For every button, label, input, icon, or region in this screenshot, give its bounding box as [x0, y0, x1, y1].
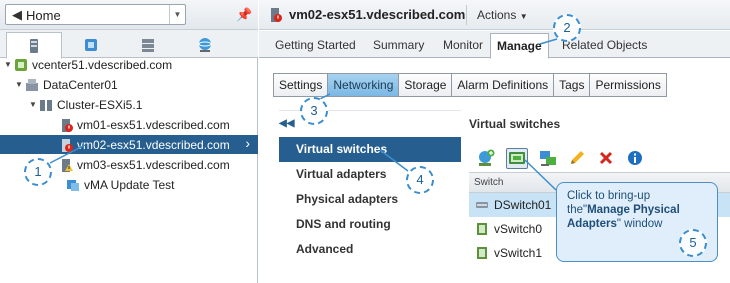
- home-dropdown[interactable]: ◀ Home ▼: [5, 4, 186, 25]
- subtab-tags[interactable]: Tags: [554, 73, 591, 97]
- header-divider: [466, 5, 467, 25]
- networking-side-menu: Virtual switches Virtual adapters Physic…: [279, 110, 461, 283]
- networking-icon: [198, 38, 212, 52]
- navigator-panel: ◀ Home ▼ 📌 ▼ vcenter51.vdescribed.com ▼ …: [0, 0, 258, 283]
- vapp-icon: [67, 179, 79, 191]
- tab-networking[interactable]: [177, 32, 233, 58]
- callout-3: 3: [300, 97, 328, 125]
- subtab-settings[interactable]: Settings: [273, 73, 329, 97]
- host-alert-icon: [62, 138, 73, 152]
- callout-1: 1: [24, 158, 52, 186]
- collapse-panel-icon[interactable]: ◀◀: [279, 118, 294, 129]
- actions-menu[interactable]: Actions ▼: [477, 8, 528, 22]
- vms-templates-icon: [85, 39, 97, 51]
- manage-physical-adapters-button[interactable]: [506, 147, 528, 169]
- tab-getting-started[interactable]: Getting Started: [275, 38, 356, 52]
- side-item-virtual-switches[interactable]: Virtual switches: [279, 137, 461, 162]
- tree-item-host-vm02[interactable]: vm02-esx51.vdescribed.com ›: [0, 135, 258, 154]
- tree-label: vm03-esx51.vdescribed.com: [77, 157, 230, 172]
- storage-icon: [142, 39, 154, 52]
- datacenter-icon: [26, 78, 38, 91]
- cluster-icon: [40, 99, 52, 111]
- manage-sub-tabs: Settings Networking Storage Alarm Defini…: [273, 73, 667, 97]
- subtab-storage[interactable]: Storage: [399, 73, 453, 97]
- subtab-networking[interactable]: Networking: [328, 73, 400, 97]
- switch-toolbar: [477, 146, 644, 170]
- side-item-advanced[interactable]: Advanced: [279, 237, 461, 262]
- section-title: Virtual switches: [469, 117, 561, 131]
- tree-label: vm02-esx51.vdescribed.com: [77, 137, 230, 152]
- actions-label: Actions: [477, 8, 517, 22]
- pencil-icon: [571, 151, 584, 164]
- tab-summary[interactable]: Summary: [373, 38, 424, 52]
- distributed-switch-icon: [476, 202, 488, 208]
- standard-switch-icon: [477, 247, 487, 259]
- callout-5: 5: [679, 229, 707, 257]
- tooltip-line-3: Adapters" window: [567, 217, 707, 231]
- tree-label: vMA Update Test: [84, 177, 175, 192]
- chevron-right-icon[interactable]: ›: [245, 135, 250, 151]
- callout-4: 4: [406, 166, 434, 194]
- add-network-icon: [479, 149, 495, 166]
- vcenter-icon: [15, 58, 27, 71]
- switch-name: DSwitch01: [494, 198, 552, 212]
- tree-item-vcenter[interactable]: ▼ vcenter51.vdescribed.com: [4, 55, 172, 74]
- chevron-down-icon: ▼: [519, 12, 528, 21]
- side-item-physical-adapters[interactable]: Physical adapters: [279, 187, 461, 212]
- tree-item-datacenter[interactable]: ▼ DataCenter01: [15, 75, 118, 94]
- hosts-clusters-icon: [30, 38, 38, 53]
- tree-label: DataCenter01: [43, 77, 118, 92]
- close-icon: [599, 151, 613, 165]
- switch-name: vSwitch1: [494, 246, 543, 260]
- tooltip-line-1: Click to bring-up: [567, 190, 651, 202]
- tooltip-text: " window: [616, 218, 663, 230]
- home-bar: ◀ Home ▼ 📌: [0, 0, 258, 30]
- tooltip-line-2: the"Manage Physical: [567, 203, 707, 217]
- edit-button[interactable]: [568, 149, 586, 167]
- side-item-dns-routing[interactable]: DNS and routing: [279, 212, 461, 237]
- tooltip-bold-text: Manage Physical: [587, 204, 680, 216]
- physical-adapter-icon: [509, 152, 525, 164]
- migrate-networking-button[interactable]: [539, 149, 557, 167]
- migrate-icon: [540, 151, 556, 166]
- side-item-virtual-adapters[interactable]: Virtual adapters: [279, 162, 461, 187]
- tooltip-bold-text: Adapters: [567, 218, 617, 230]
- subtab-permissions[interactable]: Permissions: [590, 73, 667, 97]
- tree-label: vcenter51.vdescribed.com: [32, 57, 173, 72]
- subtab-alarm-definitions[interactable]: Alarm Definitions: [452, 73, 555, 97]
- object-header: vm02-esx51.vdescribed.com Actions ▼: [259, 0, 730, 30]
- info-button[interactable]: [626, 149, 644, 167]
- expand-arrow-icon[interactable]: ▼: [29, 100, 39, 109]
- host-warning-icon: [62, 158, 73, 172]
- pin-icon[interactable]: 📌: [236, 7, 252, 23]
- tree-item-host-vm03[interactable]: vm03-esx51.vdescribed.com: [59, 155, 230, 174]
- info-icon: [628, 151, 642, 165]
- navigator-tabs: [0, 30, 258, 59]
- tree-item-host-vm01[interactable]: vm01-esx51.vdescribed.com: [59, 115, 230, 134]
- host-alert-icon: [62, 118, 73, 132]
- home-label: Home: [26, 8, 61, 23]
- expand-arrow-icon[interactable]: ▼: [15, 80, 25, 89]
- remove-button[interactable]: [597, 149, 615, 167]
- tree-item-vapp[interactable]: vMA Update Test: [66, 175, 175, 194]
- tree-item-cluster[interactable]: ▼ Cluster-ESXi5.1: [29, 95, 142, 114]
- tree-label: vm01-esx51.vdescribed.com: [77, 117, 230, 132]
- add-networking-button[interactable]: [477, 149, 495, 167]
- chevron-down-icon[interactable]: ▼: [169, 5, 185, 24]
- main-tabs: Getting Started Summary Monitor Manage R…: [259, 31, 730, 59]
- switch-name: vSwitch0: [494, 222, 543, 236]
- host-alert-icon: [271, 8, 282, 22]
- page-title: vm02-esx51.vdescribed.com: [289, 7, 466, 22]
- standard-switch-icon: [477, 223, 487, 235]
- tooltip-text: the": [567, 204, 588, 216]
- expand-arrow-icon[interactable]: ▼: [4, 60, 14, 69]
- tree-label: Cluster-ESXi5.1: [57, 97, 143, 112]
- tab-manage[interactable]: Manage: [490, 33, 549, 59]
- tab-related-objects[interactable]: Related Objects: [562, 38, 647, 52]
- callout-2: 2: [553, 14, 581, 42]
- tab-monitor[interactable]: Monitor: [443, 38, 483, 52]
- back-arrow-icon[interactable]: ◀: [12, 7, 22, 23]
